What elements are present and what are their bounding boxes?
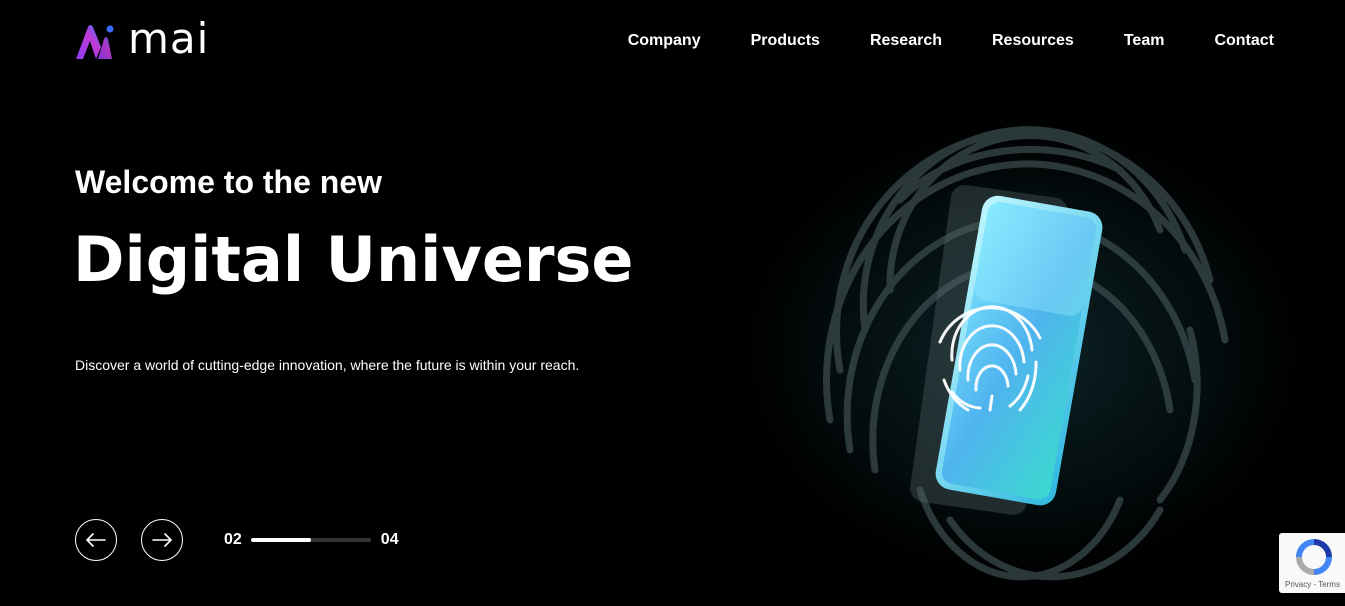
fingerprint-phone-icon [690,80,1330,600]
recaptcha-icon [1296,539,1332,575]
brand-name: mai [128,14,210,63]
hero-description: Discover a world of cutting-edge innovat… [75,357,580,373]
arrow-right-icon [152,533,172,547]
slide-total: 04 [380,531,399,548]
recaptcha-links[interactable]: Privacy - Terms [1285,580,1340,589]
brand-logo[interactable]: mai [74,14,229,63]
nav-item-contact[interactable]: Contact [1214,31,1274,51]
nav-item-resources[interactable]: Resources [992,31,1074,51]
slide-pager: 02 04 [224,531,399,549]
slide-progress-fill [250,538,311,542]
nav-item-research[interactable]: Research [870,31,942,51]
slide-progress-track [250,538,371,542]
slider-prev-button[interactable] [75,519,117,561]
nav-item-team[interactable]: Team [1124,31,1165,51]
arrow-left-icon [86,533,106,547]
hero-eyebrow: Welcome to the new [75,164,383,200]
hero-title: Digital Universe [73,223,634,296]
slider-next-button[interactable] [141,519,183,561]
slide-current: 02 [224,531,242,548]
main-nav: Company Products Research Resources Team… [578,31,1274,51]
mai-logo-icon [76,25,114,59]
hero-illustration [690,80,1330,600]
nav-item-products[interactable]: Products [751,31,820,51]
recaptcha-badge[interactable]: Privacy - Terms [1279,533,1345,593]
nav-item-company[interactable]: Company [628,31,701,51]
